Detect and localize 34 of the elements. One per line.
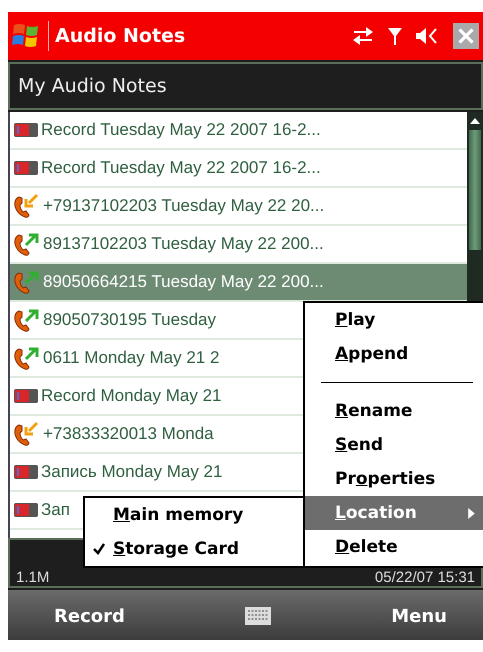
keyboard-icon[interactable] (245, 607, 272, 625)
date-time: 05/22/07 15:31 (374, 570, 475, 586)
menu-item[interactable]: Delete (305, 530, 483, 564)
phone-incoming-icon (13, 193, 41, 219)
menu-item[interactable]: Location (305, 496, 483, 530)
note-row[interactable]: 89050664215 Tuesday May 22 200... (10, 264, 467, 302)
phone-incoming-icon (13, 421, 41, 447)
scrollbar-thumb[interactable] (469, 130, 481, 250)
tape-recorder-icon (13, 159, 39, 177)
menu-item[interactable]: Main memory (85, 498, 303, 532)
windows-logo-icon[interactable] (12, 22, 40, 50)
tape-recorder-icon (13, 121, 39, 139)
menu-soft-key[interactable]: Menu (385, 602, 453, 630)
record-soft-key[interactable]: Record (48, 602, 131, 630)
list-title: My Audio Notes (18, 75, 167, 97)
phone-outgoing-icon (13, 345, 41, 371)
note-row[interactable]: Record Tuesday May 22 2007 16-2... (10, 150, 467, 188)
note-row[interactable]: +79137102203 Tuesday May 22 20... (10, 188, 467, 226)
tape-recorder-icon (13, 501, 39, 519)
scroll-up-arrow-icon[interactable] (470, 118, 480, 124)
close-button[interactable] (453, 23, 479, 49)
phone-outgoing-icon (13, 269, 41, 295)
window-title: Audio Notes (55, 25, 186, 47)
speaker-muted-icon[interactable] (415, 26, 439, 46)
file-size: 1.1M (16, 570, 50, 586)
connectivity-arrows-icon[interactable] (351, 26, 375, 46)
tape-recorder-icon (13, 463, 39, 481)
note-row[interactable]: Record Tuesday May 22 2007 16-2... (10, 112, 467, 150)
submenu-arrow-icon (468, 508, 475, 518)
phone-outgoing-icon (13, 307, 41, 333)
menu-item[interactable]: Storage Card (85, 532, 303, 566)
phone-outgoing-icon (13, 231, 41, 257)
tape-recorder-icon (13, 387, 39, 405)
signal-antenna-icon[interactable] (387, 26, 403, 46)
